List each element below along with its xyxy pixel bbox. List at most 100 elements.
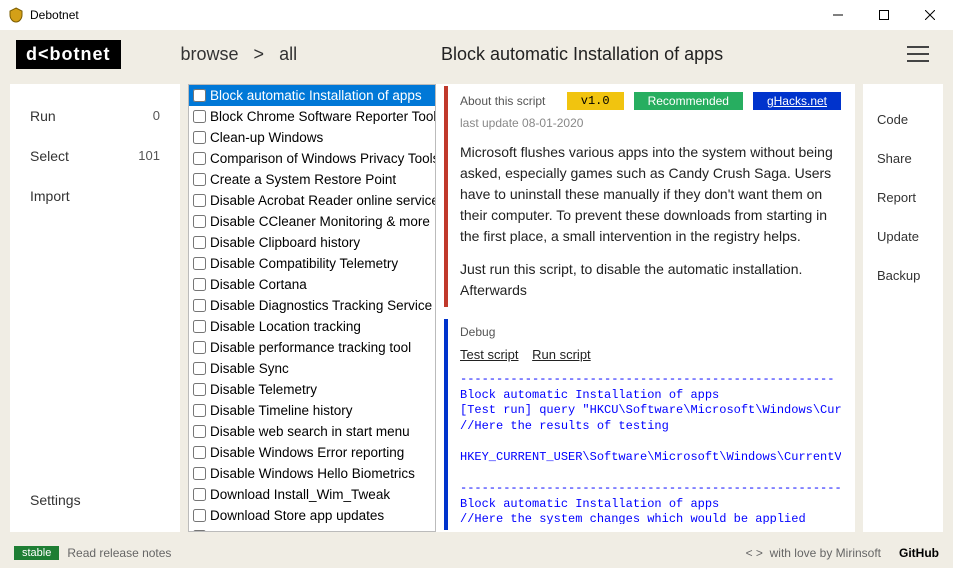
script-checkbox[interactable] — [193, 152, 206, 165]
script-label: Disable Sync — [210, 358, 289, 379]
script-label: Disable performance tracking tool — [210, 337, 411, 358]
script-checkbox[interactable] — [193, 425, 206, 438]
script-checkbox[interactable] — [193, 257, 206, 270]
script-checkbox[interactable] — [193, 236, 206, 249]
script-item[interactable]: Disable Clipboard history — [189, 232, 435, 253]
script-label: Disable Windows Error reporting — [210, 442, 404, 463]
window-titlebar: Debotnet — [0, 0, 953, 30]
script-item[interactable]: Disable Windows Error reporting — [189, 442, 435, 463]
script-checkbox[interactable] — [193, 110, 206, 123]
sidebar-right: CodeShareReportUpdateBackup — [863, 84, 943, 532]
script-label: Disable CCleaner Monitoring & more — [210, 211, 430, 232]
script-label: Disable Diagnostics Tracking Service — [210, 295, 432, 316]
action-share[interactable]: Share — [863, 139, 943, 178]
script-label: Download Windows updates — [210, 526, 380, 532]
page-title: Block automatic Installation of apps — [257, 44, 907, 65]
run-script-link[interactable]: Run script — [532, 347, 591, 362]
script-checkbox[interactable] — [193, 383, 206, 396]
script-checkbox[interactable] — [193, 404, 206, 417]
script-label: Comparison of Windows Privacy Tools — [210, 148, 435, 169]
script-item[interactable]: Disable Telemetry — [189, 379, 435, 400]
script-item[interactable]: Disable Location tracking — [189, 316, 435, 337]
script-label: Disable Windows Hello Biometrics — [210, 463, 415, 484]
logo: d<botnet — [16, 40, 121, 69]
script-checkbox[interactable] — [193, 215, 206, 228]
status-bar: stable Read release notes < > with love … — [0, 538, 953, 568]
debug-label: Debug — [460, 325, 841, 339]
script-info-panel: About this script v1.0 Recommended gHack… — [444, 86, 853, 307]
action-update[interactable]: Update — [863, 217, 943, 256]
script-item[interactable]: Disable Cortana — [189, 274, 435, 295]
script-label: Block automatic Installation of apps — [210, 85, 422, 106]
script-checkbox[interactable] — [193, 341, 206, 354]
header-bar: d<botnet browse > all Block automatic In… — [0, 30, 953, 78]
source-link[interactable]: gHacks.net — [753, 92, 841, 110]
script-item[interactable]: Disable Sync — [189, 358, 435, 379]
sidebar-left: Run0Select101Import Settings — [10, 84, 180, 532]
script-item[interactable]: Disable Compatibility Telemetry — [189, 253, 435, 274]
script-item[interactable]: Block Chrome Software Reporter Tool — [189, 106, 435, 127]
debug-panel: Debug Test script Run script -----------… — [444, 319, 853, 530]
script-item[interactable]: Disable Diagnostics Tracking Service — [189, 295, 435, 316]
action-backup[interactable]: Backup — [863, 256, 943, 295]
script-checkbox[interactable] — [193, 299, 206, 312]
script-checkbox[interactable] — [193, 467, 206, 480]
script-item[interactable]: Disable Windows Hello Biometrics — [189, 463, 435, 484]
stable-badge: stable — [14, 546, 59, 560]
script-item[interactable]: Create a System Restore Point — [189, 169, 435, 190]
script-checkbox[interactable] — [193, 194, 206, 207]
script-checkbox[interactable] — [193, 530, 206, 532]
script-checkbox[interactable] — [193, 509, 206, 522]
sidebar-item-import[interactable]: Import — [10, 176, 180, 216]
script-label: Create a System Restore Point — [210, 169, 396, 190]
script-item[interactable]: Download Store app updates — [189, 505, 435, 526]
minimize-button[interactable] — [815, 0, 861, 30]
action-report[interactable]: Report — [863, 178, 943, 217]
sidebar-item-settings[interactable]: Settings — [10, 480, 180, 520]
release-notes-link[interactable]: Read release notes — [67, 546, 171, 560]
github-link[interactable]: GitHub — [899, 546, 939, 560]
script-checkbox[interactable] — [193, 488, 206, 501]
window-title: Debotnet — [30, 8, 815, 22]
recommended-badge: Recommended — [634, 92, 743, 110]
script-checkbox[interactable] — [193, 278, 206, 291]
script-list[interactable]: Block automatic Installation of appsBloc… — [188, 84, 436, 532]
maximize-button[interactable] — [861, 0, 907, 30]
script-checkbox[interactable] — [193, 89, 206, 102]
script-item[interactable]: Download Install_Wim_Tweak — [189, 484, 435, 505]
description-text-2: Just run this script, to disable the aut… — [460, 259, 841, 301]
last-update: last update 08-01-2020 — [460, 116, 841, 130]
script-label: Download Store app updates — [210, 505, 384, 526]
script-item[interactable]: Disable CCleaner Monitoring & more — [189, 211, 435, 232]
script-item[interactable]: Disable web search in start menu — [189, 421, 435, 442]
test-script-link[interactable]: Test script — [460, 347, 519, 362]
script-label: Disable Location tracking — [210, 316, 361, 337]
sidebar-item-select[interactable]: Select101 — [10, 136, 180, 176]
close-button[interactable] — [907, 0, 953, 30]
script-item[interactable]: Block automatic Installation of apps — [189, 85, 435, 106]
script-item[interactable]: Clean-up Windows — [189, 127, 435, 148]
script-checkbox[interactable] — [193, 173, 206, 186]
debug-console: ----------------------------------------… — [460, 372, 841, 524]
script-label: Disable Clipboard history — [210, 232, 360, 253]
script-item[interactable]: Comparison of Windows Privacy Tools — [189, 148, 435, 169]
script-label: Download Install_Wim_Tweak — [210, 484, 390, 505]
script-item[interactable]: Disable performance tracking tool — [189, 337, 435, 358]
script-checkbox[interactable] — [193, 446, 206, 459]
menu-icon[interactable] — [907, 46, 929, 62]
description-text: Microsoft flushes various apps into the … — [460, 142, 841, 247]
script-item[interactable]: Disable Acrobat Reader online service — [189, 190, 435, 211]
script-checkbox[interactable] — [193, 320, 206, 333]
script-checkbox[interactable] — [193, 362, 206, 375]
script-label: Disable Timeline history — [210, 400, 353, 421]
version-badge: v1.0 — [567, 92, 624, 110]
script-label: Disable Cortana — [210, 274, 307, 295]
script-item[interactable]: Download Windows updates — [189, 526, 435, 532]
script-label: Disable web search in start menu — [210, 421, 410, 442]
app-icon — [8, 7, 24, 23]
script-checkbox[interactable] — [193, 131, 206, 144]
script-item[interactable]: Disable Timeline history — [189, 400, 435, 421]
action-code[interactable]: Code — [863, 100, 943, 139]
script-label: Disable Telemetry — [210, 379, 317, 400]
sidebar-item-run[interactable]: Run0 — [10, 96, 180, 136]
